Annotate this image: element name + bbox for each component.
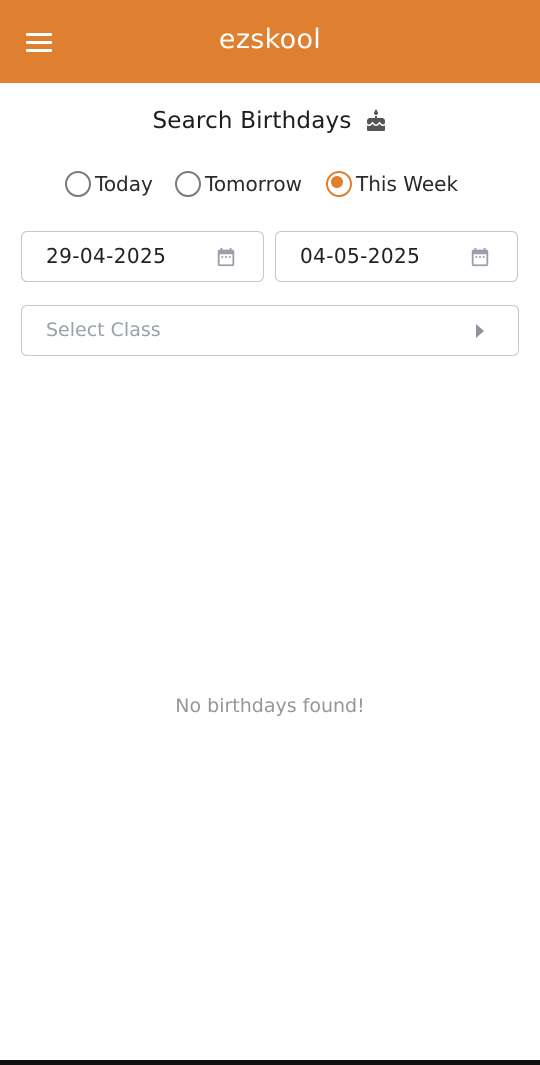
to-date-field[interactable]: 04-05-2025 (275, 231, 518, 282)
select-class-placeholder: Select Class (46, 319, 161, 341)
radio-label-this-week: This Week (356, 172, 459, 196)
calendar-icon[interactable] (215, 246, 237, 268)
birthday-cake-icon (364, 109, 388, 133)
radio-today[interactable]: Today (65, 169, 153, 199)
page-heading: Search Birthdays (0, 104, 540, 138)
radio-unchecked-icon (175, 171, 201, 197)
select-class-dropdown[interactable]: Select Class (21, 305, 519, 356)
radio-tomorrow[interactable]: Tomorrow (175, 169, 302, 199)
from-date-field[interactable]: 29-04-2025 (21, 231, 264, 282)
radio-checked-icon (326, 171, 352, 197)
date-range-radio-group: Today Tomorrow This Week (0, 169, 540, 199)
radio-label-tomorrow: Tomorrow (205, 172, 303, 196)
page-title: Search Birthdays (152, 108, 352, 134)
calendar-icon[interactable] (469, 246, 491, 268)
empty-state-message: No birthdays found! (175, 695, 365, 717)
radio-this-week[interactable]: This Week (326, 169, 458, 199)
to-date-value: 04-05-2025 (300, 244, 421, 268)
arrow-right-icon (476, 324, 484, 338)
radio-unchecked-icon (65, 171, 91, 197)
from-date-value: 29-04-2025 (46, 244, 167, 268)
app-bar: ezskool (0, 0, 540, 83)
radio-label-today: Today (95, 172, 153, 196)
app-title: ezskool (218, 24, 322, 55)
bottom-bar (0, 1060, 540, 1065)
